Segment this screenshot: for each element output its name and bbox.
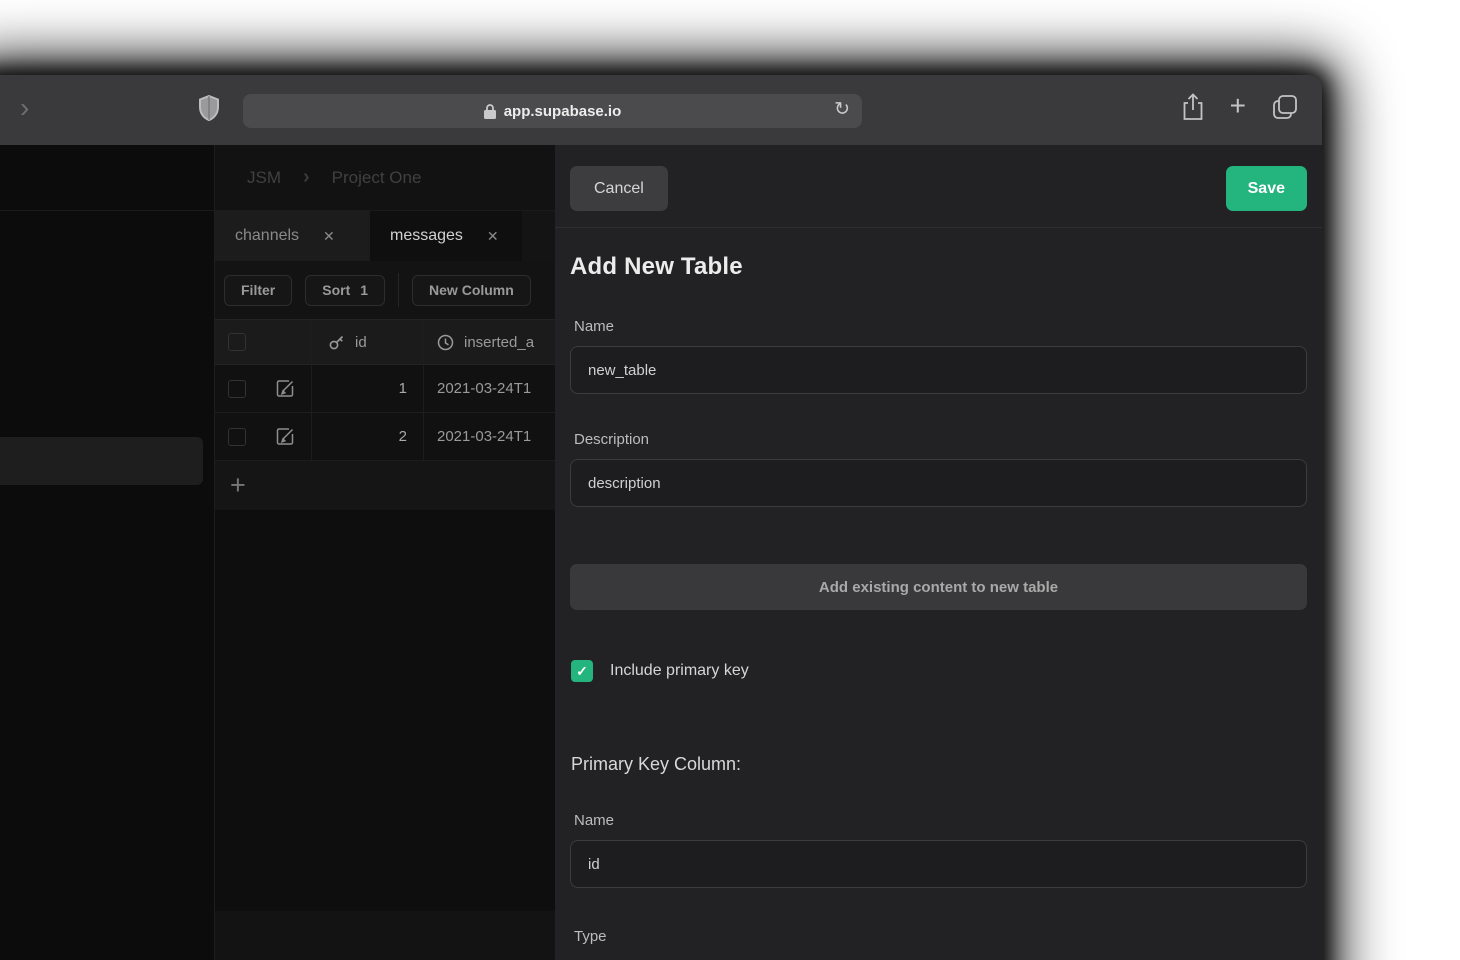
- plus-icon: +: [230, 472, 246, 499]
- panel-body: Add New Table Name Description Add exist…: [555, 253, 1322, 945]
- include-primary-key-label: Include primary key: [610, 662, 749, 680]
- app-sidebar: [0, 145, 215, 960]
- table-row[interactable]: 2 2021-03-24T1: [215, 413, 555, 461]
- table-actions: Filter Sort 1 New Column: [215, 261, 555, 319]
- grid-empty-area: [215, 511, 555, 911]
- sort-button[interactable]: Sort 1: [305, 275, 385, 306]
- select-all-checkbox[interactable]: [228, 333, 246, 351]
- divider: [398, 273, 399, 307]
- new-column-label: New Column: [429, 282, 514, 298]
- breadcrumb-project[interactable]: Project One: [332, 168, 422, 188]
- app-content: JSM › Project One channels ✕ messages ✕: [0, 145, 1322, 960]
- browser-window: › app.supabase.io ↻: [0, 75, 1322, 960]
- panel-title: Add New Table: [570, 253, 1307, 281]
- pk-type-label: Type: [570, 928, 1307, 945]
- clock-icon: [437, 334, 454, 351]
- forward-icon[interactable]: ›: [20, 90, 29, 126]
- tab-label: messages: [390, 227, 463, 245]
- breadcrumb: JSM › Project One: [215, 145, 555, 211]
- include-primary-key-row: ✓ Include primary key: [570, 660, 1307, 682]
- tab-channels[interactable]: channels ✕: [215, 211, 370, 261]
- breadcrumb-org[interactable]: JSM: [247, 168, 281, 188]
- pk-name-label: Name: [570, 812, 1307, 829]
- edit-row-icon[interactable]: [276, 427, 295, 446]
- new-column-button[interactable]: New Column: [412, 275, 531, 306]
- sort-count-badge: 1: [360, 282, 368, 298]
- close-icon[interactable]: ✕: [323, 228, 335, 245]
- cell-inserted-at[interactable]: 2021-03-24T1: [424, 365, 555, 412]
- tab-overview-icon[interactable]: [1272, 94, 1298, 120]
- cancel-button[interactable]: Cancel: [570, 166, 668, 211]
- add-table-panel: Cancel Save Add New Table Name Descripti…: [555, 145, 1322, 960]
- include-primary-key-checkbox[interactable]: ✓: [571, 660, 593, 682]
- desktop-background: › app.supabase.io ↻: [0, 0, 1460, 960]
- table-name-input[interactable]: [570, 346, 1307, 394]
- sidebar-header: [0, 145, 214, 211]
- share-icon[interactable]: [1182, 93, 1204, 121]
- lock-icon: [484, 104, 496, 119]
- save-button[interactable]: Save: [1226, 166, 1307, 211]
- description-label: Description: [570, 431, 1307, 448]
- name-label: Name: [570, 318, 1307, 335]
- address-bar[interactable]: app.supabase.io ↻: [243, 94, 862, 128]
- table-editor: JSM › Project One channels ✕ messages ✕: [215, 145, 555, 960]
- filter-button[interactable]: Filter: [224, 275, 292, 306]
- toolbar-right-icons: +: [1182, 93, 1298, 121]
- add-existing-content-button[interactable]: Add existing content to new table: [570, 564, 1307, 610]
- key-icon: [328, 334, 345, 351]
- cell-id[interactable]: 1: [312, 365, 424, 412]
- primary-key-section-title: Primary Key Column:: [570, 754, 1307, 775]
- edit-row-icon[interactable]: [276, 379, 295, 398]
- row-checkbox[interactable]: [228, 428, 246, 446]
- filter-label: Filter: [241, 282, 275, 298]
- row-checkbox[interactable]: [228, 380, 246, 398]
- chevron-right-icon: ›: [303, 166, 310, 189]
- sort-label: Sort: [322, 282, 350, 298]
- close-icon[interactable]: ✕: [487, 228, 499, 245]
- grid-header-row: id inserted_a: [215, 319, 555, 365]
- table-tabs: channels ✕ messages ✕: [215, 211, 555, 261]
- table-description-input[interactable]: [570, 459, 1307, 507]
- tab-label: channels: [235, 227, 299, 245]
- cell-inserted-at[interactable]: 2021-03-24T1: [424, 413, 555, 460]
- refresh-icon[interactable]: ↻: [834, 98, 850, 121]
- add-row-button[interactable]: +: [215, 461, 555, 511]
- new-tab-icon[interactable]: +: [1230, 91, 1246, 121]
- sidebar-selected-item[interactable]: [0, 437, 203, 485]
- pk-name-input[interactable]: [570, 840, 1307, 888]
- browser-toolbar: › app.supabase.io ↻: [0, 75, 1322, 145]
- column-header-id[interactable]: id: [355, 334, 367, 351]
- table-row[interactable]: 1 2021-03-24T1: [215, 365, 555, 413]
- shield-icon[interactable]: [198, 95, 220, 121]
- tab-messages[interactable]: messages ✕: [370, 211, 522, 261]
- cell-id[interactable]: 2: [312, 413, 424, 460]
- column-header-inserted-at[interactable]: inserted_a: [464, 334, 534, 351]
- url-text: app.supabase.io: [504, 103, 622, 120]
- data-grid: id inserted_a: [215, 319, 555, 911]
- panel-header: Cancel Save: [555, 145, 1322, 228]
